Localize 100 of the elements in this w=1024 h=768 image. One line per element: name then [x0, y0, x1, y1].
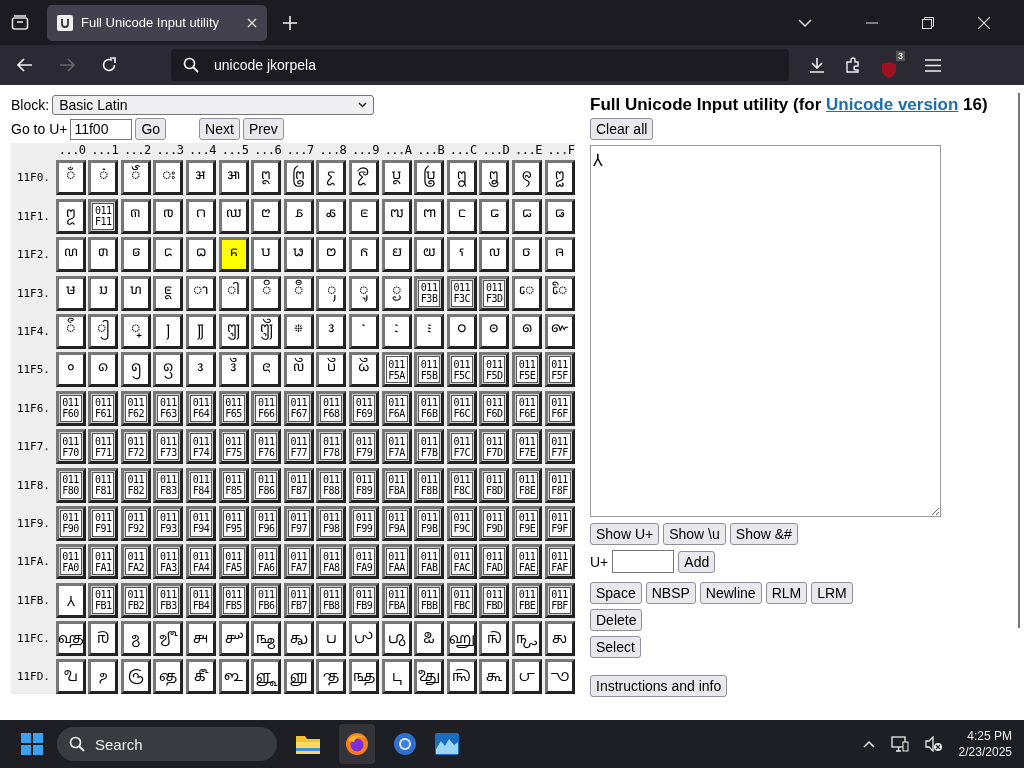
character-cell[interactable]: 𑿌 — [446, 621, 477, 657]
character-cell[interactable]: 𑽀 — [55, 313, 86, 349]
character-cell[interactable]: 𑼦 — [251, 237, 282, 273]
character-cell[interactable]: 𑿋 — [414, 621, 445, 657]
character-cell[interactable]: 𑿗 — [283, 659, 314, 695]
character-cell[interactable]: 𑽄 — [185, 313, 216, 349]
character-cell[interactable]: 𑼹 — [348, 275, 379, 311]
character-cell[interactable]: 𑽙 — [348, 352, 379, 388]
browser-icon[interactable] — [393, 732, 417, 756]
character-cell[interactable]: 𑼴 — [185, 275, 216, 311]
character-cell[interactable]: 𑼝 — [479, 198, 510, 234]
back-icon[interactable] — [17, 58, 33, 72]
character-cell[interactable]: 𑽂 — [120, 313, 151, 349]
character-cell[interactable]: 𑼋 — [414, 160, 445, 196]
show-format-button[interactable]: Show &# — [729, 523, 798, 545]
character-cell[interactable]: 𑼘 — [316, 198, 347, 234]
character-cell[interactable]: 𑼕 — [218, 198, 249, 234]
character-cell[interactable]: 𑼾 — [511, 275, 542, 311]
scrollbar[interactable] — [1018, 93, 1020, 628]
character-cell[interactable]: 𑼥 — [218, 237, 249, 273]
puzzle-icon[interactable] — [845, 57, 861, 73]
character-cell[interactable]: 𑽎 — [511, 313, 542, 349]
tab-overflow-icon[interactable] — [798, 18, 812, 27]
show-format-button[interactable]: Show \u — [663, 523, 726, 545]
minimize-icon[interactable] — [866, 21, 878, 24]
character-cell[interactable]: 𑼭 — [479, 237, 510, 273]
character-cell[interactable]: 𑼫 — [414, 237, 445, 273]
character-cell[interactable]: 𑿄 — [185, 621, 216, 657]
character-cell[interactable]: 𑼅 — [218, 160, 249, 196]
character-cell[interactable]: 𑼳 — [153, 275, 184, 311]
character-cell[interactable]: 𑼡 — [88, 237, 119, 273]
character-cell[interactable]: 𑽅 — [218, 313, 249, 349]
block-select[interactable]: Basic Latin — [52, 95, 375, 115]
character-cell[interactable]: 𑽌 — [446, 313, 477, 349]
character-cell[interactable]: 𑼲 — [120, 275, 151, 311]
character-cell[interactable]: 𑿏 — [544, 621, 575, 657]
insert-button[interactable]: Newline — [699, 582, 762, 604]
character-cell[interactable]: 𑼏 — [544, 160, 575, 196]
character-cell[interactable]: 𑽏 — [544, 313, 575, 349]
character-cell[interactable]: 𑼷 — [283, 275, 314, 311]
character-cell[interactable]: 𑼱 — [88, 275, 119, 311]
character-cell[interactable]: 𑽈 — [316, 313, 347, 349]
reload-icon[interactable] — [101, 57, 117, 73]
character-cell[interactable]: 𑿘 — [316, 659, 347, 695]
character-cell[interactable]: 𑼯 — [544, 237, 575, 273]
new-tab-icon[interactable] — [283, 15, 297, 30]
character-cell[interactable]: 𑾰 — [55, 582, 86, 618]
character-cell[interactable]: 𑼬 — [446, 237, 477, 273]
character-cell[interactable]: 𑿓 — [153, 659, 184, 695]
character-cell[interactable]: 𑼤 — [185, 237, 216, 273]
network-icon[interactable] — [890, 736, 909, 752]
character-cell[interactable]: 𑿖 — [251, 659, 282, 695]
character-cell[interactable]: 𑼵 — [218, 275, 249, 311]
instructions-button[interactable]: Instructions and info — [590, 675, 728, 697]
go-button[interactable]: Go — [135, 118, 167, 140]
character-cell[interactable]: 𑼃 — [153, 160, 184, 196]
character-cell[interactable]: 𑼔 — [185, 198, 216, 234]
character-cell[interactable]: 𑼉 — [348, 160, 379, 196]
character-cell[interactable]: 𑼠 — [55, 237, 86, 273]
character-cell[interactable]: 𑿈 — [316, 621, 347, 657]
character-cell[interactable]: 𑿉 — [348, 621, 379, 657]
clear-all-button[interactable]: Clear all — [590, 118, 654, 140]
character-cell[interactable]: 𑼚 — [381, 198, 412, 234]
character-cell[interactable]: 𑼊 — [381, 160, 412, 196]
character-cell[interactable]: 𑿚 — [381, 659, 412, 695]
character-cell[interactable]: 𑿍 — [479, 621, 510, 657]
character-cell[interactable]: 𑼇 — [283, 160, 314, 196]
folder-icon[interactable] — [295, 733, 321, 755]
character-cell[interactable]: 𑿊 — [381, 621, 412, 657]
add-button[interactable]: Add — [678, 550, 716, 573]
insert-button[interactable]: NBSP — [645, 582, 696, 604]
character-cell[interactable]: 𑼪 — [381, 237, 412, 273]
character-cell[interactable]: 𑿑 — [88, 659, 119, 695]
select-button[interactable]: Select — [590, 636, 641, 658]
character-cell[interactable]: 𑽊 — [381, 313, 412, 349]
menu-icon[interactable] — [925, 58, 941, 72]
character-cell[interactable]: 𑿕 — [218, 659, 249, 695]
tab-list-icon[interactable] — [11, 14, 29, 31]
firefox-icon[interactable] — [345, 732, 369, 756]
character-cell[interactable]: 𑼿 — [544, 275, 575, 311]
character-cell[interactable]: 𑼆 — [251, 160, 282, 196]
character-cell[interactable]: 𑼎 — [511, 160, 542, 196]
character-cell[interactable]: 𑿛 — [414, 659, 445, 695]
character-cell[interactable]: 𑼈 — [316, 160, 347, 196]
muted-speaker-icon[interactable] — [924, 736, 943, 752]
character-cell[interactable]: 𑿟 — [544, 659, 575, 695]
taskbar-search[interactable]: Search — [57, 727, 277, 761]
character-cell[interactable]: 𑽐 — [55, 352, 86, 388]
clock-date[interactable]: 2/23/2025 — [958, 745, 1012, 759]
character-cell[interactable]: 𑿒 — [120, 659, 151, 695]
character-cell[interactable]: 𑽇 — [283, 313, 314, 349]
character-cell[interactable]: 𑼀 — [55, 160, 86, 196]
character-cell[interactable]: 𑽉 — [348, 313, 379, 349]
character-cell[interactable]: 𑿐 — [55, 659, 86, 695]
show-format-button[interactable]: Show U+ — [590, 523, 660, 545]
close-icon[interactable] — [978, 16, 990, 29]
next-button[interactable]: Next — [199, 118, 240, 140]
character-cell[interactable]: 𑽖 — [251, 352, 282, 388]
character-cell[interactable]: 𑿞 — [511, 659, 542, 695]
character-cell[interactable]: 𑽋 — [414, 313, 445, 349]
